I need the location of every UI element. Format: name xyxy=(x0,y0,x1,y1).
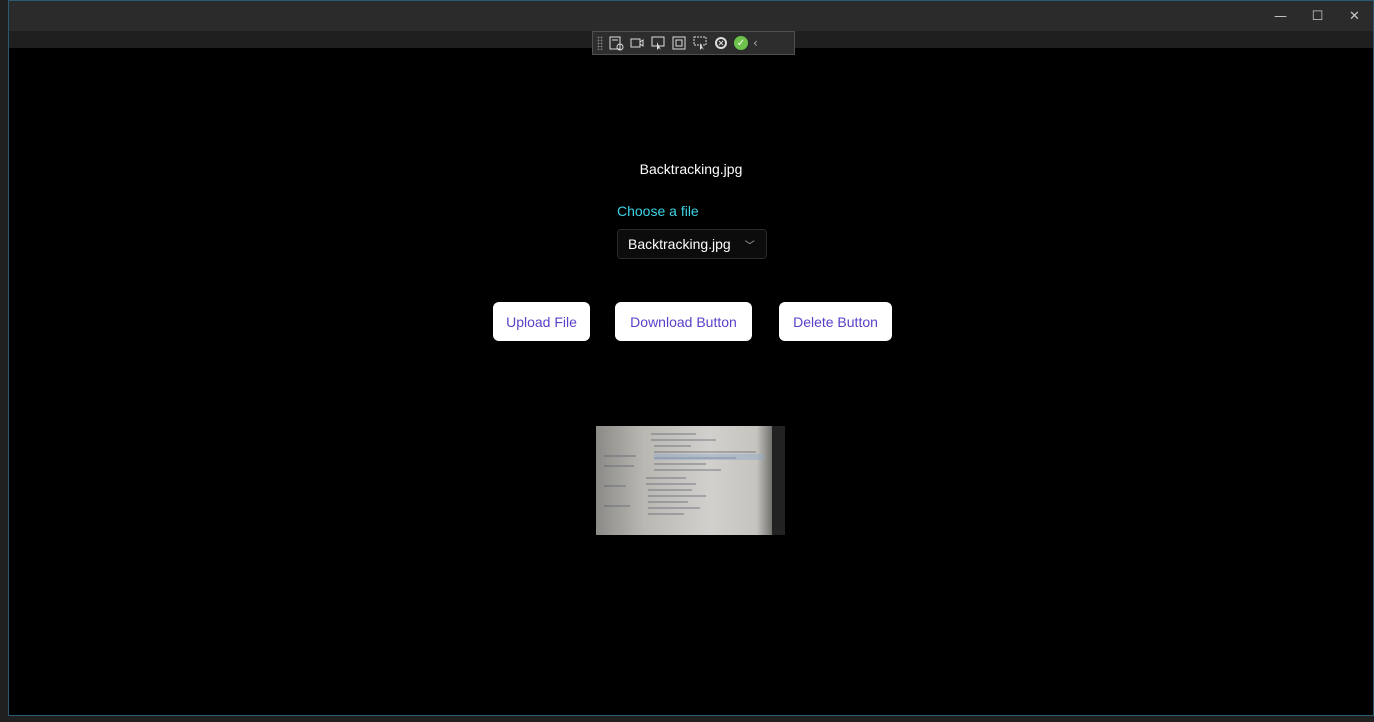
camera-icon[interactable] xyxy=(629,35,645,51)
choose-file-label: Choose a file xyxy=(617,203,699,219)
download-button[interactable]: Download Button xyxy=(615,302,752,341)
inspect-icon[interactable] xyxy=(692,35,708,51)
window-controls: — ☐ ✕ xyxy=(1262,1,1373,31)
delete-button[interactable]: Delete Button xyxy=(779,302,892,341)
layout-icon[interactable] xyxy=(608,35,624,51)
file-select-dropdown[interactable]: Backtracking.jpg ﹀ xyxy=(617,229,767,259)
minimize-button[interactable]: — xyxy=(1262,1,1299,31)
select-element-icon[interactable] xyxy=(650,35,666,51)
close-button[interactable]: ✕ xyxy=(1336,1,1373,31)
file-select-value: Backtracking.jpg xyxy=(628,236,731,252)
maximize-button[interactable]: ☐ xyxy=(1299,1,1336,31)
collapse-chevron-icon[interactable]: ‹ xyxy=(753,36,758,50)
upload-file-button[interactable]: Upload File xyxy=(493,302,590,341)
hot-reload-icon[interactable] xyxy=(713,35,729,51)
check-icon[interactable]: ✓ xyxy=(734,36,748,50)
frame-icon[interactable] xyxy=(671,35,687,51)
app-window: — ☐ ✕ ✓ ‹ Backtracking.jpg Choose a file xyxy=(8,0,1374,716)
image-preview xyxy=(596,426,785,535)
debug-toolbar: ✓ ‹ xyxy=(592,31,795,55)
toolbar-grip-icon[interactable] xyxy=(597,36,603,50)
selected-file-name: Backtracking.jpg xyxy=(639,161,743,177)
title-bar: — ☐ ✕ xyxy=(9,1,1373,31)
chevron-down-icon: ﹀ xyxy=(744,240,755,252)
